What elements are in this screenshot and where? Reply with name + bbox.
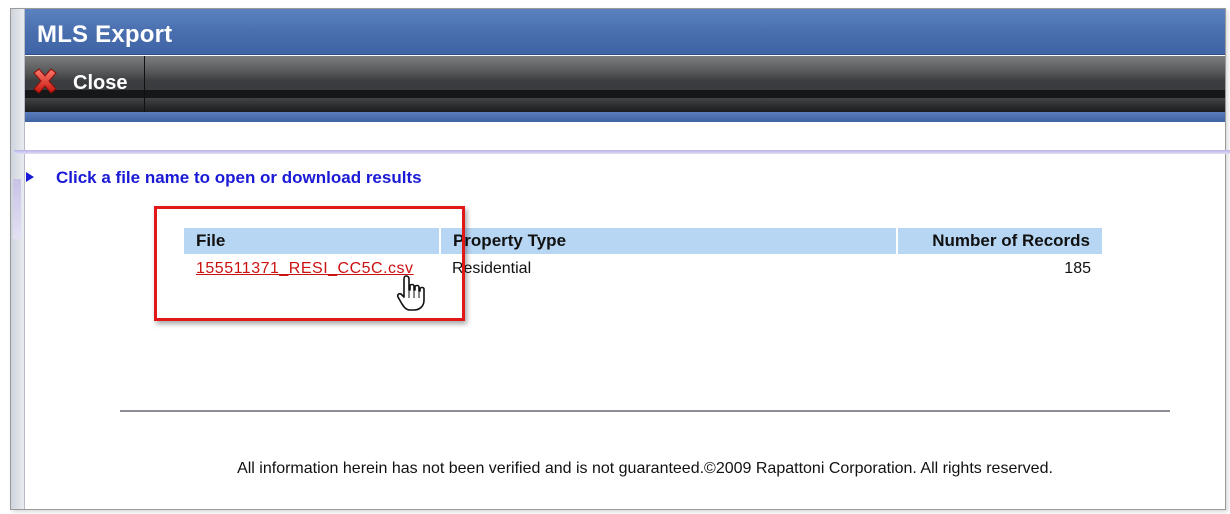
footer-divider [120,410,1170,412]
content-divider [14,150,1230,154]
arrow-right-icon [26,172,34,182]
header-band [25,112,1225,122]
close-x-icon [33,68,57,94]
footer-text: All information herein has not been veri… [237,460,1053,477]
instruction-text: Click a file name to open or download re… [56,168,422,187]
header-records: Number of Records [897,228,1104,254]
window-title: MLS Export [37,21,173,48]
hand-cursor-icon [396,275,425,311]
close-button[interactable]: Close [25,56,145,112]
property-type-cell: Residential [451,260,532,277]
records-cell: 185 [1064,260,1091,277]
title-bar: MLS Export [25,9,1225,55]
left-edge [11,9,25,509]
header-property-type: Property Type [439,228,899,254]
toolbar: Close [25,56,1225,112]
close-label: Close [73,72,128,94]
